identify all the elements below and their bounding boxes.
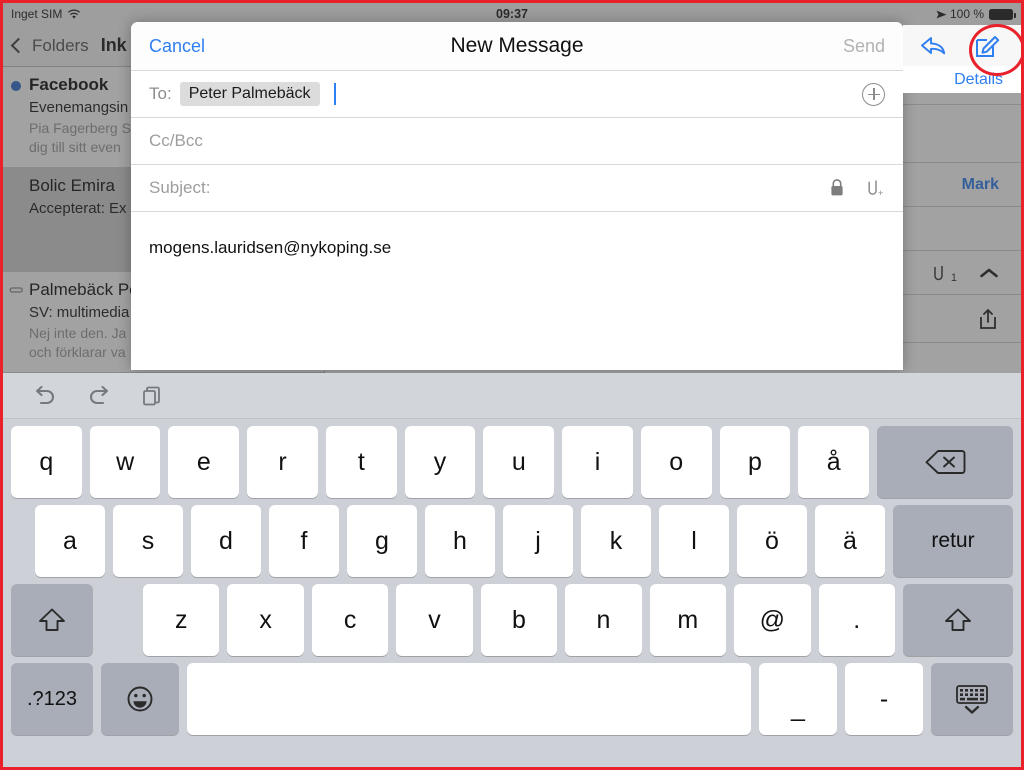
paperclip-icon xyxy=(9,284,25,296)
body-text: mogens.lauridsen@nykoping.se xyxy=(149,238,392,257)
key-period[interactable]: . xyxy=(818,584,895,656)
key-e[interactable]: e xyxy=(168,426,240,498)
to-label: To: xyxy=(149,84,172,103)
keyboard-row-4: .?123 _ - xyxy=(3,663,1021,735)
key-d[interactable]: d xyxy=(191,505,261,577)
key-y[interactable]: y xyxy=(404,426,476,498)
key-n[interactable]: n xyxy=(565,584,642,656)
key-m[interactable]: m xyxy=(649,584,727,656)
ipad-screen: Inget SIM 09:37 100 % Folders Ink Facebo… xyxy=(0,0,1024,770)
emoji-smiley-icon[interactable] xyxy=(101,663,179,735)
key-adiaeresis[interactable]: ä xyxy=(815,505,885,577)
key-l[interactable]: l xyxy=(659,505,729,577)
key-o[interactable]: o xyxy=(640,426,712,498)
key-t[interactable]: t xyxy=(325,426,397,498)
shift-left-key[interactable] xyxy=(11,584,93,656)
details-cutout: Details xyxy=(903,66,1021,93)
reply-arrow-icon[interactable] xyxy=(919,34,949,58)
keyboard-row-3: z x c v b n m @ . xyxy=(3,584,1021,656)
key-j[interactable]: j xyxy=(503,505,573,577)
key-v[interactable]: v xyxy=(396,584,473,656)
hide-keyboard-icon[interactable] xyxy=(931,663,1013,735)
battery-percent-label: 100 % xyxy=(949,7,984,21)
ccbcc-placeholder: Cc/Bcc xyxy=(149,131,203,150)
battery-full-icon xyxy=(989,8,1016,20)
key-aring[interactable]: å xyxy=(798,426,870,498)
keyboard-row-1: q w e r t y u i o p å xyxy=(3,426,1021,498)
redo-arrow-icon[interactable] xyxy=(85,384,115,408)
key-w[interactable]: w xyxy=(89,426,161,498)
subject-field-row[interactable]: Subject: + xyxy=(131,164,903,211)
text-caret xyxy=(333,83,336,105)
attachment-count: 1 xyxy=(950,271,957,284)
chevron-left-icon[interactable] xyxy=(10,37,27,54)
status-bar-right: 100 % xyxy=(932,6,1016,22)
folders-back-button[interactable]: Folders xyxy=(32,36,89,56)
new-message-sheet: Cancel New Message Send To: Peter Palmeb… xyxy=(131,22,903,370)
numbers-key[interactable]: .?123 xyxy=(11,663,93,735)
keyboard-toolbar xyxy=(3,373,1021,419)
paperclip-icon[interactable] xyxy=(931,263,949,283)
space-key[interactable] xyxy=(187,663,751,735)
key-z[interactable]: z xyxy=(143,584,220,656)
key-u[interactable]: u xyxy=(483,426,555,498)
key-q[interactable]: q xyxy=(11,426,82,498)
mailbox-title: Ink xyxy=(100,35,127,55)
key-c[interactable]: c xyxy=(311,584,389,656)
key-r[interactable]: r xyxy=(247,426,318,498)
recipient-token[interactable]: Peter Palmebäck xyxy=(179,82,320,106)
subject-placeholder: Subject: xyxy=(149,178,211,197)
share-up-arrow-icon[interactable] xyxy=(977,307,999,331)
location-arrow-icon xyxy=(932,6,948,22)
shift-right-key[interactable] xyxy=(902,584,1013,656)
key-odiaeresis[interactable]: ö xyxy=(737,505,807,577)
unread-dot-icon xyxy=(11,81,21,91)
key-a[interactable]: a xyxy=(35,505,105,577)
details-button[interactable]: Details xyxy=(954,71,1003,89)
message-body[interactable]: mogens.lauridsen@nykoping.se xyxy=(131,211,903,370)
key-s[interactable]: s xyxy=(113,505,183,577)
mark-button[interactable]: Mark xyxy=(962,176,999,194)
keyboard-row-2: a s d f g h j k l ö ä retur xyxy=(3,505,1021,577)
subject-row-icons: + xyxy=(829,177,885,199)
status-bar-time: 09:37 xyxy=(496,7,528,21)
compose-pencil-icon[interactable] xyxy=(973,32,1001,60)
backspace-key[interactable] xyxy=(877,426,1014,498)
lock-icon[interactable] xyxy=(829,178,845,198)
copy-documents-icon[interactable] xyxy=(141,384,165,408)
ccbcc-field-row[interactable]: Cc/Bcc xyxy=(131,117,903,164)
key-b[interactable]: b xyxy=(480,584,558,656)
cancel-button[interactable]: Cancel xyxy=(149,36,205,57)
key-g[interactable]: g xyxy=(347,505,417,577)
return-key[interactable]: retur xyxy=(893,505,1013,577)
key-h[interactable]: h xyxy=(425,505,495,577)
send-button[interactable]: Send xyxy=(843,36,885,57)
hyphen-key[interactable]: - xyxy=(845,663,923,735)
key-i[interactable]: i xyxy=(562,426,633,498)
key-x[interactable]: x xyxy=(227,584,304,656)
plus-circle-icon[interactable] xyxy=(862,82,885,106)
page-title: New Message xyxy=(450,34,584,57)
compose-toolbar xyxy=(903,25,1021,67)
underscore-key[interactable]: _ xyxy=(759,663,837,735)
key-at[interactable]: @ xyxy=(734,584,811,656)
on-screen-keyboard: q w e r t y u i o p å a s d f g h j k l … xyxy=(3,373,1021,767)
undo-arrow-icon[interactable] xyxy=(29,384,59,408)
svg-text:+: + xyxy=(878,188,883,198)
key-p[interactable]: p xyxy=(719,426,791,498)
key-f[interactable]: f xyxy=(269,505,339,577)
compose-header: Cancel New Message Send xyxy=(131,22,903,70)
key-k[interactable]: k xyxy=(581,505,651,577)
paperclip-plus-icon[interactable]: + xyxy=(865,177,885,199)
to-field-row[interactable]: To: Peter Palmebäck xyxy=(131,70,903,117)
chevron-up-icon[interactable] xyxy=(979,267,999,279)
